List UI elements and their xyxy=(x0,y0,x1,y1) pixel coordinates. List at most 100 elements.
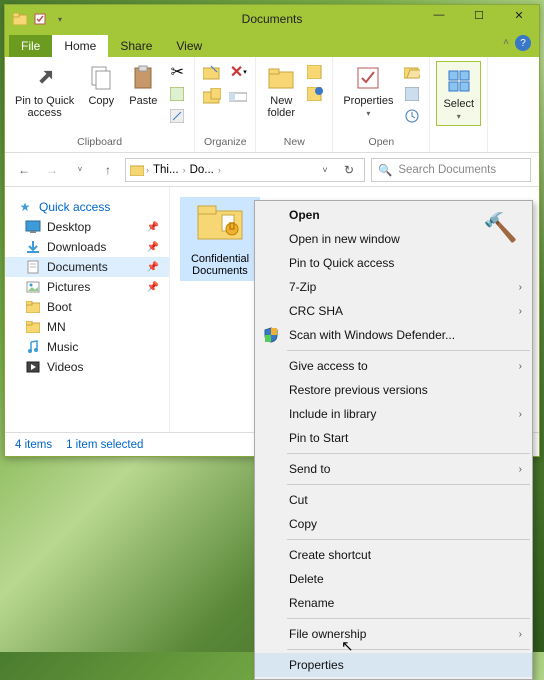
pin-icon: 📌 xyxy=(147,222,159,233)
menu-item-file-ownership[interactable]: File ownership› xyxy=(255,622,532,646)
refresh-button[interactable]: ↻ xyxy=(338,159,360,181)
properties-qat-icon[interactable] xyxy=(31,10,49,28)
menu-separator xyxy=(287,453,530,454)
menu-item-create-shortcut[interactable]: Create shortcut xyxy=(255,543,532,567)
folder-item-confidential[interactable]: Confidential Documents xyxy=(180,197,260,281)
select-button[interactable]: Select ▾ xyxy=(436,61,481,126)
sidebar-item-boot[interactable]: Boot xyxy=(5,297,169,317)
back-button[interactable]: ← xyxy=(13,159,35,181)
delete-button[interactable]: ✕▾ xyxy=(227,61,249,83)
menu-item-crc-sha[interactable]: CRC SHA› xyxy=(255,299,532,323)
menu-item-restore-previous-versions[interactable]: Restore previous versions xyxy=(255,378,532,402)
tab-view[interactable]: View xyxy=(164,35,214,57)
menu-item-open[interactable]: Open xyxy=(255,203,532,227)
copy-to-button[interactable] xyxy=(201,85,223,107)
tab-file[interactable]: File xyxy=(9,35,52,57)
menu-item-pin-to-start[interactable]: Pin to Start xyxy=(255,426,532,450)
chevron-right-icon[interactable]: › xyxy=(183,165,186,175)
ribbon-collapse-icon[interactable]: ˄ xyxy=(503,37,509,48)
new-item-button[interactable] xyxy=(304,61,326,83)
address-dropdown-icon[interactable]: ˅ xyxy=(314,159,336,181)
window-controls: — ☐ ✕ xyxy=(419,5,539,25)
menu-separator xyxy=(287,350,530,351)
folder-icon xyxy=(25,319,41,335)
pin-icon: 📌 xyxy=(147,282,159,293)
menu-item-7-zip[interactable]: 7-Zip› xyxy=(255,275,532,299)
search-input[interactable]: 🔍 Search Documents xyxy=(371,158,531,182)
breadcrumb-documents[interactable]: Do... xyxy=(188,164,216,176)
paste-button[interactable]: Paste xyxy=(124,61,162,109)
sidebar-item-videos[interactable]: Videos xyxy=(5,357,169,377)
ribbon: Pin to Quick access Copy Paste ✂ Clipboa… xyxy=(5,57,539,153)
menu-item-properties[interactable]: Properties xyxy=(255,653,532,677)
forward-button[interactable]: → xyxy=(41,159,63,181)
paste-shortcut-mini-button[interactable] xyxy=(166,105,188,127)
search-placeholder: Search Documents xyxy=(398,164,496,176)
sidebar-item-pictures[interactable]: Pictures📌 xyxy=(5,277,169,297)
up-button[interactable]: ↑ xyxy=(97,159,119,181)
menu-item-delete[interactable]: Delete xyxy=(255,567,532,591)
easy-access-button[interactable] xyxy=(304,83,326,105)
cut-mini-button[interactable]: ✂ xyxy=(166,61,188,83)
chevron-right-icon[interactable]: › xyxy=(218,165,221,175)
minimize-button[interactable]: — xyxy=(419,5,459,25)
desktop-icon xyxy=(25,219,41,235)
edit-mini-button[interactable] xyxy=(401,83,423,105)
ribbon-group-organize: ✕▾ Organize xyxy=(195,57,256,152)
chevron-right-icon: › xyxy=(519,306,522,317)
menu-item-scan-with-windows-defender-[interactable]: Scan with Windows Defender... xyxy=(255,323,532,347)
properties-button[interactable]: Properties ▾ xyxy=(339,61,397,120)
pictures-icon xyxy=(25,279,41,295)
open-mini-button[interactable] xyxy=(401,61,423,83)
status-items: 4 items xyxy=(15,439,52,451)
tab-share[interactable]: Share xyxy=(108,35,164,57)
rename-button[interactable] xyxy=(227,85,249,107)
chevron-right-icon: › xyxy=(519,282,522,293)
music-icon xyxy=(25,339,41,355)
sidebar-item-documents[interactable]: Documents📌 xyxy=(5,257,169,277)
qat-dropdown-icon[interactable]: ▾ xyxy=(51,10,69,28)
menu-separator xyxy=(287,618,530,619)
chevron-right-icon[interactable]: › xyxy=(146,165,149,175)
chevron-right-icon: › xyxy=(519,409,522,420)
history-mini-button[interactable] xyxy=(401,105,423,127)
menu-item-copy[interactable]: Copy xyxy=(255,512,532,536)
close-button[interactable]: ✕ xyxy=(499,5,539,25)
sidebar-item-music[interactable]: Music xyxy=(5,337,169,357)
menu-item-send-to[interactable]: Send to› xyxy=(255,457,532,481)
move-to-button[interactable] xyxy=(201,61,223,83)
folder-label: Confidential Documents xyxy=(184,253,256,277)
menu-item-cut[interactable]: Cut xyxy=(255,488,532,512)
folder-icon xyxy=(11,10,29,28)
shield-icon xyxy=(262,326,280,344)
menu-item-give-access-to[interactable]: Give access to› xyxy=(255,354,532,378)
sidebar-item-mn[interactable]: MN xyxy=(5,317,169,337)
folder-icon xyxy=(196,201,244,249)
new-folder-button[interactable]: New folder xyxy=(262,61,300,121)
context-menu: 🔨 OpenOpen in new windowPin to Quick acc… xyxy=(254,200,533,680)
sidebar-item-desktop[interactable]: Desktop📌 xyxy=(5,217,169,237)
menu-separator xyxy=(287,539,530,540)
recent-dropdown[interactable]: ˅ xyxy=(69,159,91,181)
tab-home[interactable]: Home xyxy=(52,35,108,57)
breadcrumb-thispc[interactable]: Thi... xyxy=(151,164,181,176)
ribbon-group-new: New folder New xyxy=(256,57,333,152)
help-icon[interactable]: ? xyxy=(515,35,531,51)
star-icon: ★ xyxy=(17,199,33,215)
chevron-right-icon: › xyxy=(519,629,522,640)
menu-item-pin-to-quick-access[interactable]: Pin to Quick access xyxy=(255,251,532,275)
maximize-button[interactable]: ☐ xyxy=(459,5,499,25)
documents-icon xyxy=(25,259,41,275)
ribbon-tabs: File Home Share View ˄ ? xyxy=(5,33,539,57)
copy-path-mini-button[interactable] xyxy=(166,83,188,105)
menu-item-open-in-new-window[interactable]: Open in new window xyxy=(255,227,532,251)
menu-item-include-in-library[interactable]: Include in library› xyxy=(255,402,532,426)
menu-item-rename[interactable]: Rename xyxy=(255,591,532,615)
sidebar-item-downloads[interactable]: Downloads📌 xyxy=(5,237,169,257)
address-bar[interactable]: › Thi... › Do... › ˅ ↻ xyxy=(125,158,365,182)
copy-button[interactable]: Copy xyxy=(82,61,120,109)
pin-to-quick-access-button[interactable]: Pin to Quick access xyxy=(11,61,78,121)
chevron-right-icon: › xyxy=(519,361,522,372)
sidebar-quick-access[interactable]: ★ Quick access xyxy=(5,197,169,217)
ribbon-group-select: Select ▾ xyxy=(430,57,488,152)
